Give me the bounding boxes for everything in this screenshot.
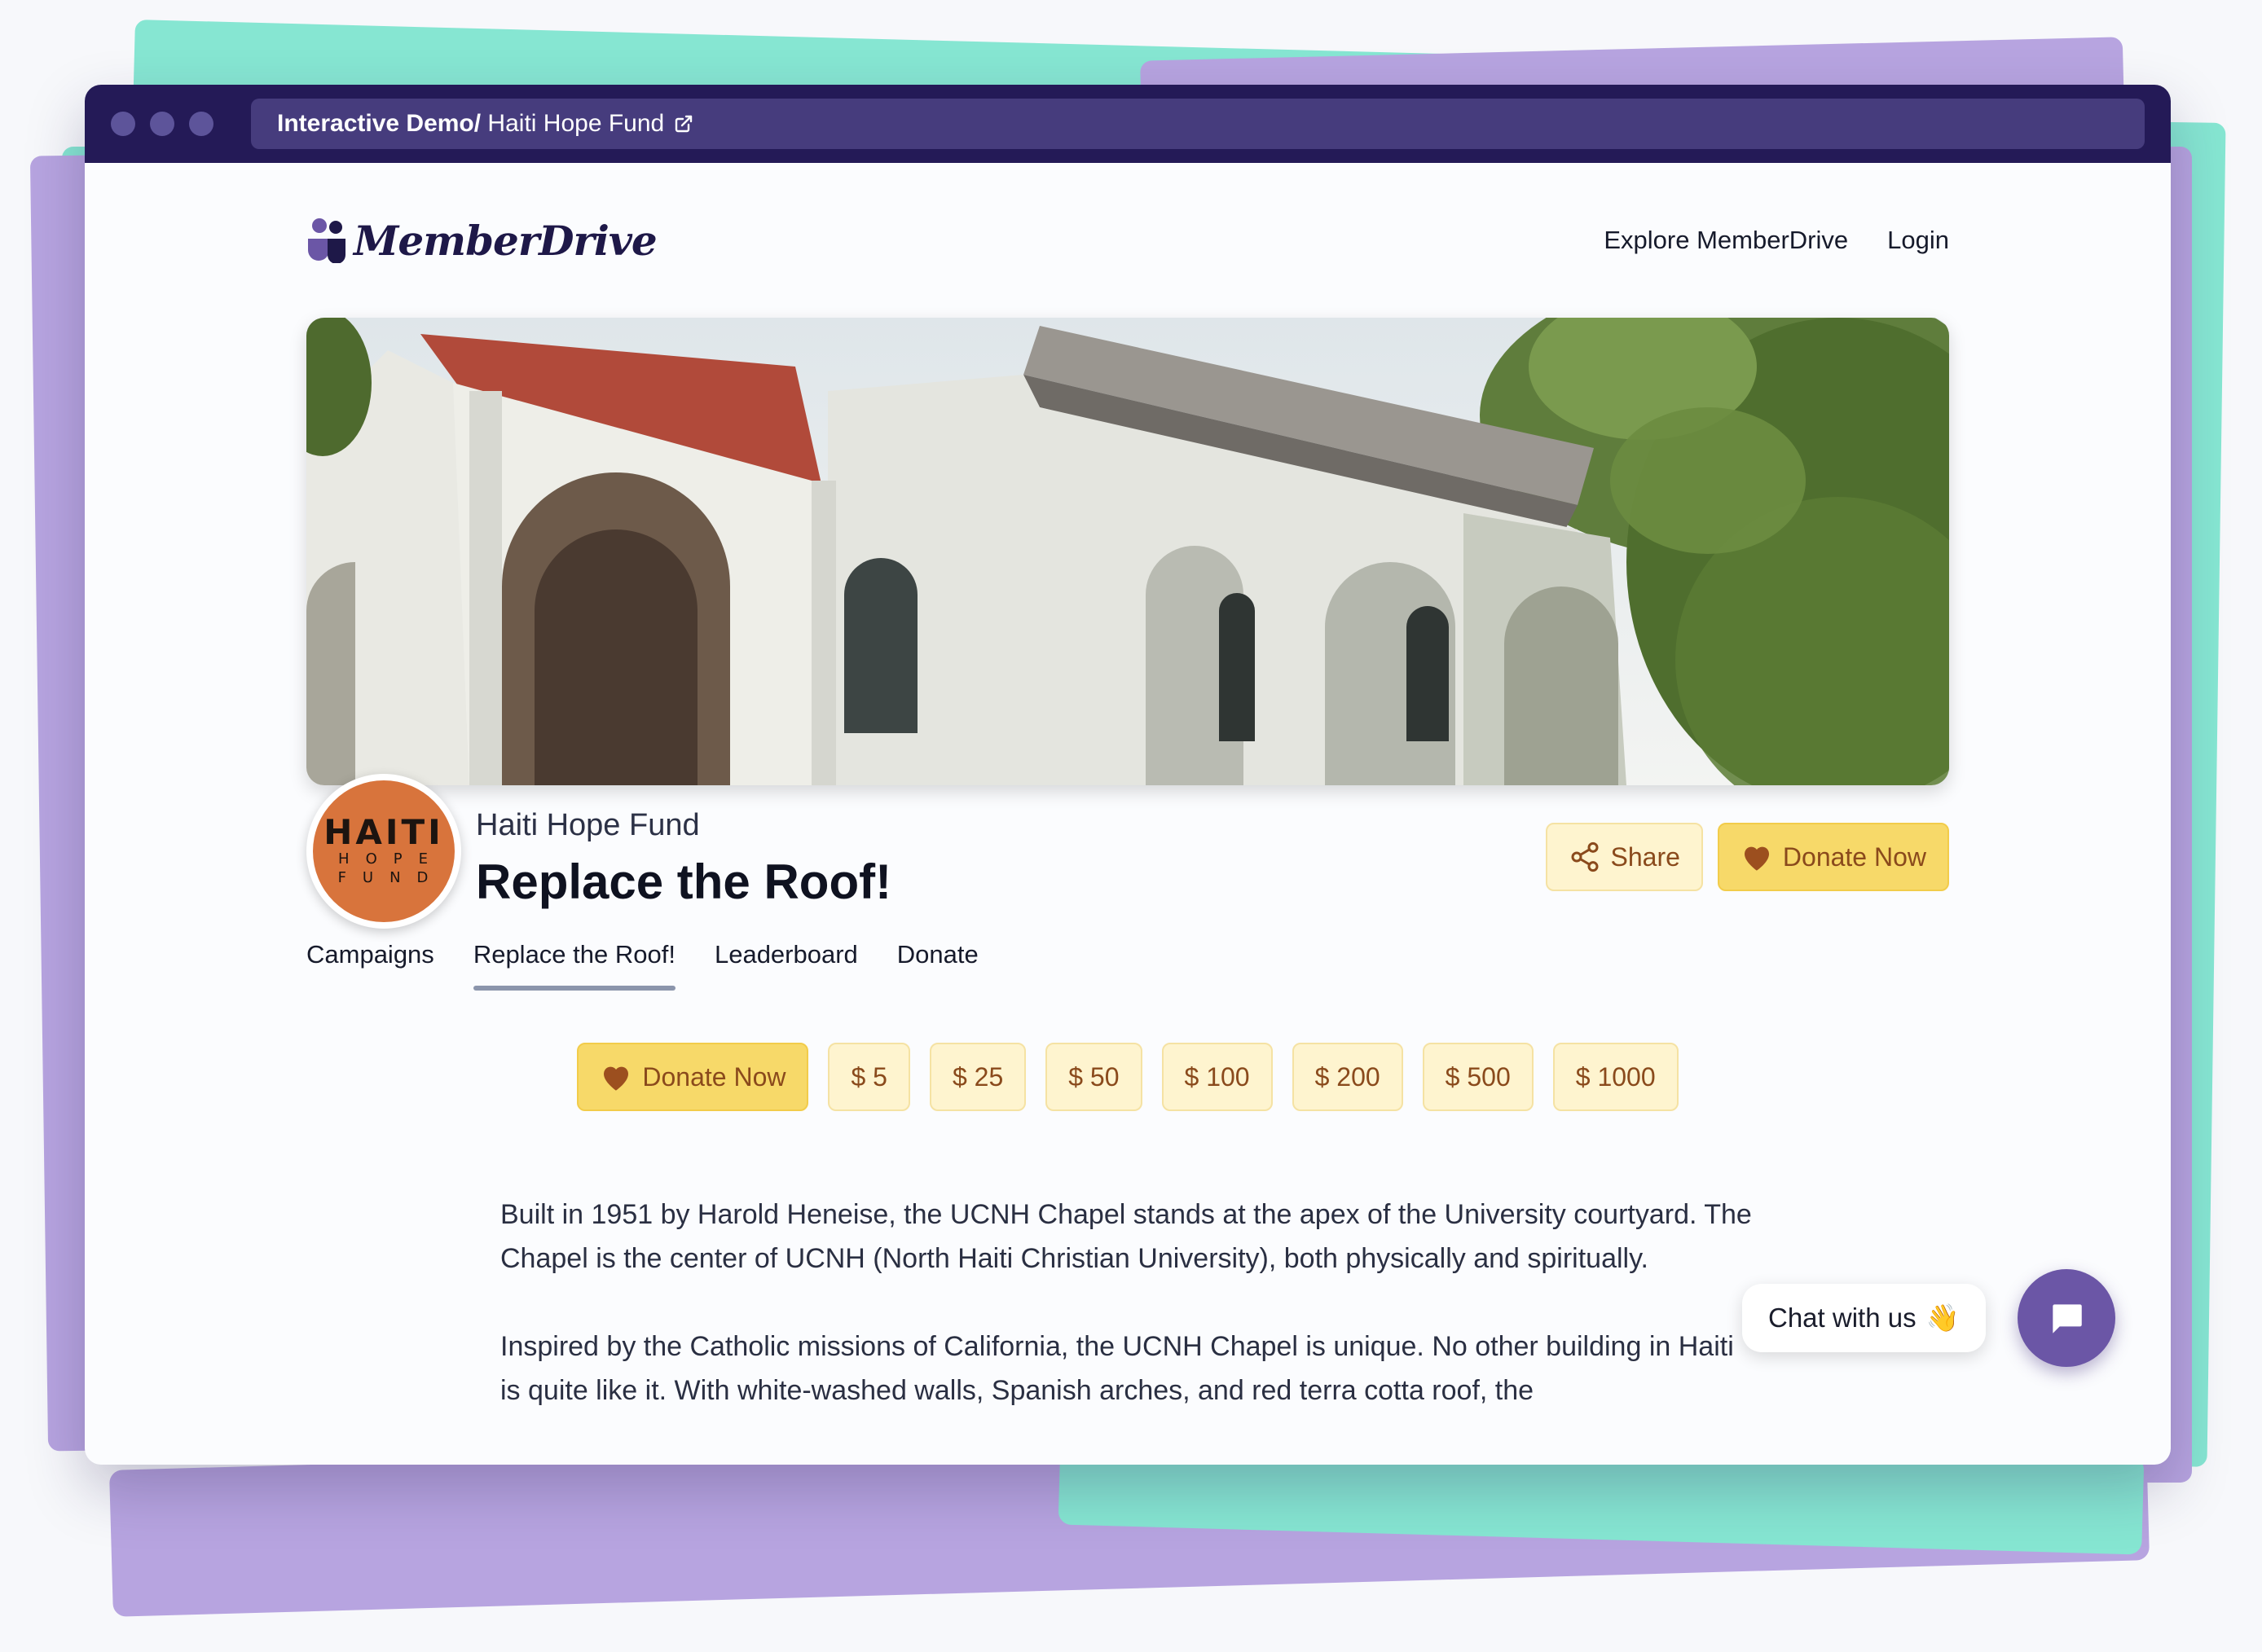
heart-icon bbox=[1744, 846, 1769, 871]
breadcrumb-org: Haiti Hope Fund bbox=[481, 110, 665, 137]
address-bar[interactable]: Interactive Demo/ Haiti Hope Fund bbox=[251, 99, 2145, 149]
header-nav: Explore MemberDrive Login bbox=[1604, 226, 1949, 255]
donation-amounts: Donate Now $ 5 $ 25 $ 50 $ 100 $ 200 $ 5… bbox=[306, 1043, 1949, 1111]
window-dot[interactable] bbox=[150, 112, 174, 136]
campaign-actions: Share Donate Now bbox=[1545, 823, 1949, 891]
chat-prompt[interactable]: Chat with us 👋 bbox=[1742, 1284, 1986, 1352]
logo-line-haiti: HAITI bbox=[323, 811, 444, 852]
description-paragraph: Built in 1951 by Harold Heneise, the UCN… bbox=[500, 1199, 1752, 1274]
amount-100-button[interactable]: $ 100 bbox=[1161, 1043, 1273, 1111]
window-dot[interactable] bbox=[111, 112, 135, 136]
share-label: Share bbox=[1610, 841, 1680, 872]
amount-25-button[interactable]: $ 25 bbox=[929, 1043, 1027, 1111]
explore-memberdrive-link[interactable]: Explore MemberDrive bbox=[1604, 226, 1848, 255]
share-button[interactable]: Share bbox=[1545, 823, 1703, 891]
logo-wordmark: MemberDrive bbox=[354, 216, 658, 265]
chat-bubble-icon bbox=[2053, 1304, 2082, 1333]
page-content: MemberDrive Explore MemberDrive Login HA… bbox=[306, 163, 1949, 1413]
page-title: Replace the Roof! bbox=[476, 855, 892, 909]
tab-donate[interactable]: Donate bbox=[897, 929, 979, 986]
organization-name[interactable]: Haiti Hope Fund bbox=[476, 808, 700, 843]
campaign-tabs: Campaigns Replace the Roof! Leaderboard … bbox=[306, 929, 1949, 997]
donate-now-button[interactable]: Donate Now bbox=[1717, 823, 1949, 891]
amount-1000-button[interactable]: $ 1000 bbox=[1552, 1043, 1679, 1111]
haiti-hope-fund-logo: HAITI HOPE FUND bbox=[313, 780, 455, 922]
share-icon bbox=[1571, 841, 1599, 872]
window-dot[interactable] bbox=[189, 112, 213, 136]
login-link[interactable]: Login bbox=[1887, 226, 1949, 255]
amount-50-button[interactable]: $ 50 bbox=[1045, 1043, 1142, 1111]
logo-line-fund: FUND bbox=[337, 869, 445, 886]
chapel-photo bbox=[306, 318, 1949, 785]
campaign-header: HAITI HOPE FUND Haiti Hope Fund Replace … bbox=[306, 774, 1949, 929]
amount-500-button[interactable]: $ 500 bbox=[1422, 1043, 1534, 1111]
memberdrive-logo[interactable]: MemberDrive bbox=[306, 216, 658, 265]
logo-line-hope: HOPE bbox=[338, 850, 444, 868]
browser-titlebar: Interactive Demo/ Haiti Hope Fund bbox=[85, 85, 2171, 163]
description-paragraph: Inspired by the Catholic missions of Cal… bbox=[500, 1331, 1734, 1406]
external-link-icon[interactable] bbox=[674, 114, 693, 134]
org-avatar[interactable]: HAITI HOPE FUND bbox=[306, 774, 461, 929]
amount-200-button[interactable]: $ 200 bbox=[1292, 1043, 1403, 1111]
browser-window: Interactive Demo/ Haiti Hope Fund Member… bbox=[85, 85, 2171, 1465]
donate-now-label: Donate Now bbox=[642, 1061, 786, 1092]
window-controls bbox=[111, 112, 213, 136]
donate-now-button[interactable]: Donate Now bbox=[577, 1043, 809, 1111]
tab-replace-the-roof[interactable]: Replace the Roof! bbox=[473, 929, 676, 991]
tab-campaigns[interactable]: Campaigns bbox=[306, 929, 434, 986]
chat-button[interactable] bbox=[2018, 1269, 2115, 1367]
wave-icon: 👋 bbox=[1925, 1302, 1960, 1333]
site-header: MemberDrive Explore MemberDrive Login bbox=[306, 163, 1949, 318]
people-icon bbox=[308, 218, 345, 263]
breadcrumb-demo: Interactive Demo/ bbox=[277, 110, 482, 137]
amount-5-button[interactable]: $ 5 bbox=[828, 1043, 910, 1111]
heart-icon bbox=[604, 1066, 629, 1091]
tab-leaderboard[interactable]: Leaderboard bbox=[715, 929, 858, 986]
campaign-description: Built in 1951 by Harold Heneise, the UCN… bbox=[500, 1193, 1755, 1413]
chat-label: Chat with us bbox=[1768, 1303, 1917, 1333]
campaign-hero-image bbox=[306, 318, 1949, 785]
donate-now-label: Donate Now bbox=[1782, 841, 1926, 872]
